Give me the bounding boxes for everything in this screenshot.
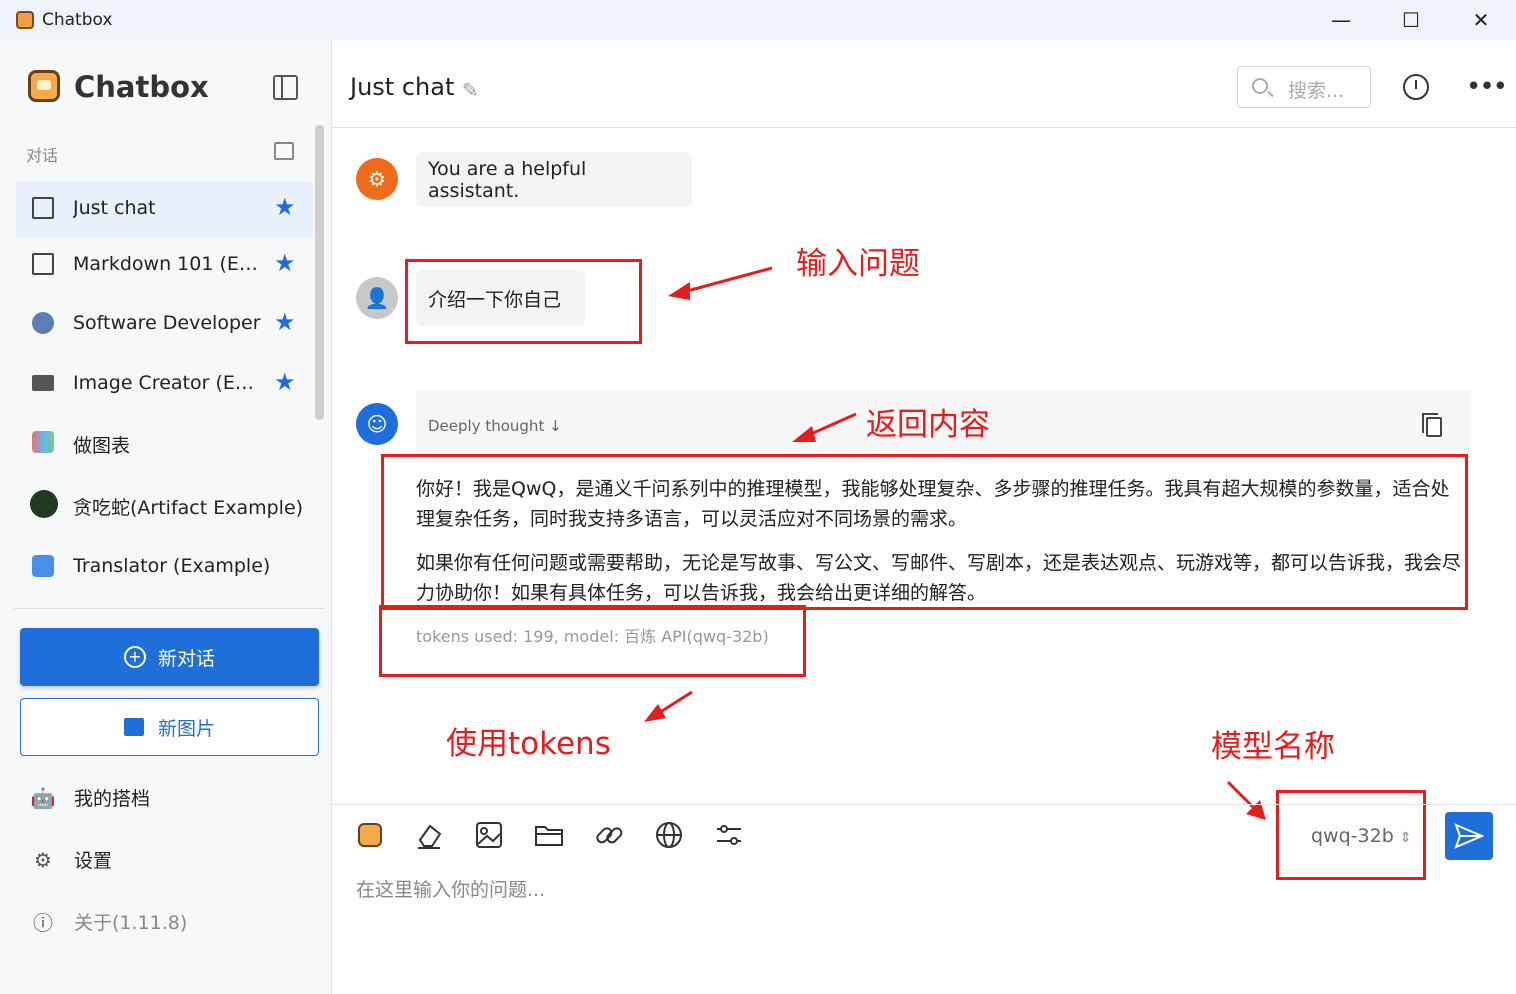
maximize-button[interactable]: ☐ [1376,0,1446,40]
image-icon [32,375,54,391]
sidebar: Chatbox 对话 Just chat ★ Markdown 101 (Exa… [0,40,332,994]
sidebar-item-markdown[interactable]: Markdown 101 (Example) ★ [16,237,313,293]
chatbox-logo-icon[interactable] [355,820,385,850]
menu-about[interactable]: ⓘ 关于(1.11.8) [32,908,187,935]
composer-divider [332,804,1516,805]
menu-label: 我的搭档 [74,788,151,810]
new-chat-button[interactable]: + 新对话 [20,628,319,686]
info-icon: ⓘ [33,911,53,935]
model-selector[interactable]: qwq-32b ⇕ [1311,825,1412,847]
header-divider [332,127,1516,128]
annotation-return-content: 返回内容 [866,407,990,443]
arrow-icon [668,266,773,300]
conversation-label: 贪吃蛇(Artifact Example) [73,497,304,519]
search-placeholder: 搜索... [1288,80,1345,102]
section-label: 对话 [26,146,59,165]
conversation-label: Just chat [73,197,156,219]
deeply-thought-toggle[interactable]: Deeply thought ↓ [428,417,562,435]
arrow-icon [792,412,857,442]
folder-icon[interactable] [534,820,564,850]
robot-icon: 🤖 [30,785,56,810]
eraser-icon[interactable] [414,820,444,850]
chevron-updown-icon: ⇕ [1399,830,1412,846]
new-chat-label: 新对话 [157,647,215,670]
chat-bubble-icon [32,197,54,219]
star-icon[interactable]: ★ [274,249,296,277]
image-upload-icon[interactable] [474,820,504,850]
user-avatar-icon: 👤 [356,277,398,319]
star-icon[interactable]: ★ [274,368,296,396]
snake-avatar-icon [30,490,58,518]
close-button[interactable]: ✕ [1446,0,1516,40]
menu-settings[interactable]: ⚙ 设置 [32,846,112,873]
arrow-icon [1226,780,1266,820]
menu-label: 关于(1.11.8) [74,912,188,934]
window-title: Chatbox [42,10,113,30]
globe-icon[interactable] [654,820,684,850]
conversation-label: 做图表 [73,435,131,457]
sidebar-item-image-creator[interactable]: Image Creator (Example) ★ [16,356,313,412]
menu-label: 设置 [74,850,113,872]
gear-icon: ⚙ [34,847,52,872]
new-image-button[interactable]: 新图片 [20,698,319,756]
conversation-label: Translator (Example) [73,555,271,577]
more-options-icon[interactable]: ••• [1466,72,1508,102]
sidebar-item-translator[interactable]: Translator (Example) [16,539,313,595]
annotation-input-question: 输入问题 [796,246,920,282]
annotation-box-reply [381,454,1468,610]
sidebar-divider [14,608,324,609]
system-gear-icon: ⚙ [356,158,398,200]
minimize-button[interactable]: — [1306,0,1376,40]
developer-avatar-icon [32,312,54,334]
model-name: qwq-32b [1311,825,1394,847]
annotation-model-name: 模型名称 [1211,729,1335,765]
annotation-use-tokens: 使用tokens [446,726,611,762]
add-image-icon [123,718,144,736]
sidebar-scrollbar[interactable] [315,125,324,420]
translate-avatar-icon [32,555,54,577]
link-icon[interactable] [594,820,624,850]
sidebar-collapse-icon[interactable] [273,75,298,100]
add-circle-icon: + [123,646,146,668]
chat-title: Just chat [350,73,455,101]
history-icon[interactable] [1403,74,1429,100]
sidebar-item-just-chat[interactable]: Just chat ★ [16,181,313,237]
conversation-label: Image Creator (Example) [73,372,263,394]
chat-bubble-icon [32,253,54,275]
sidebar-item-software-developer[interactable]: Software Developer ★ [16,296,313,352]
message-input[interactable]: 在这里输入你的问题... [356,875,545,902]
app-icon [16,11,34,29]
send-button[interactable] [1445,812,1493,860]
menu-my-partners[interactable]: 🤖 我的搭档 [30,784,151,811]
new-image-label: 新图片 [157,717,215,740]
star-icon[interactable]: ★ [274,193,296,221]
brand-title: Chatbox [74,70,209,104]
annotation-box-question [405,259,642,344]
chart-avatar-icon [32,431,54,453]
star-icon[interactable]: ★ [274,308,296,336]
archive-icon[interactable] [274,142,294,160]
search-icon [1252,78,1268,94]
edit-pencil-icon[interactable]: ✎ [462,78,479,102]
arrow-icon [644,690,693,722]
copy-icon[interactable] [1422,413,1442,437]
search-box[interactable]: 搜索... [1237,66,1371,108]
conversation-label: Software Developer [73,312,261,334]
send-icon [1454,823,1484,849]
sidebar-item-chart[interactable]: 做图表 [16,415,313,471]
system-message: You are a helpful assistant. [416,152,692,207]
sidebar-item-snake[interactable]: 贪吃蛇(Artifact Example) [16,477,313,533]
assistant-robot-icon: ☺ [356,403,398,445]
conversation-label: Markdown 101 (Example) [73,253,263,275]
title-bar: Chatbox — ☐ ✕ [0,0,1516,40]
annotation-box-tokens [379,605,806,677]
settings-sliders-icon[interactable] [714,820,744,850]
chatbox-logo-icon [28,70,60,102]
